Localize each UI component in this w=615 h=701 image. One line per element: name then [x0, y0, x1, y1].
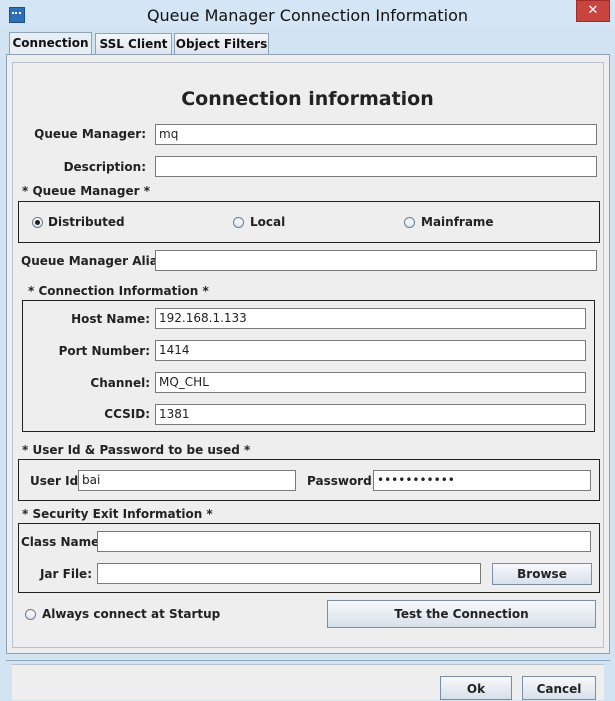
- credentials-group-title: * User Id & Password to be used *: [22, 443, 251, 457]
- local-label[interactable]: Local: [250, 215, 285, 229]
- user-id-input[interactable]: bai: [78, 470, 296, 491]
- local-radio[interactable]: [233, 217, 244, 228]
- port-number-input[interactable]: 1414: [155, 340, 586, 361]
- connection-group-title: * Connection Information *: [28, 284, 209, 298]
- host-name-label: Host Name:: [71, 312, 150, 326]
- mainframe-label[interactable]: Mainframe: [421, 215, 494, 229]
- channel-label: Channel:: [90, 376, 150, 390]
- alias-label: Queue Manager Alias:: [21, 254, 170, 268]
- password-label: Password:: [307, 474, 377, 488]
- host-name-input[interactable]: 192.168.1.133: [155, 308, 586, 329]
- always-connect-radio[interactable]: [25, 609, 36, 620]
- footer-separator: [6, 660, 610, 661]
- window-title: Queue Manager Connection Information: [146, 6, 469, 25]
- class-name-input[interactable]: [97, 531, 591, 552]
- jar-file-input[interactable]: [97, 563, 481, 584]
- password-input[interactable]: •••••••••••: [373, 470, 591, 491]
- always-connect-label[interactable]: Always connect at Startup: [42, 607, 220, 621]
- distributed-radio[interactable]: [32, 217, 43, 228]
- jar-file-label: Jar File:: [39, 567, 92, 581]
- ccsid-label: CCSID:: [104, 407, 150, 421]
- description-input[interactable]: [155, 156, 597, 177]
- ccsid-input[interactable]: 1381: [155, 404, 586, 425]
- class-name-label: Class Name:: [21, 535, 105, 549]
- test-connection-button[interactable]: Test the Connection: [327, 600, 596, 628]
- ok-button[interactable]: Ok: [440, 676, 512, 700]
- port-number-label: Port Number:: [58, 344, 150, 358]
- close-button[interactable]: ✕: [576, 0, 610, 22]
- security-group-title: * Security Exit Information *: [22, 507, 213, 521]
- queue-manager-input[interactable]: mq: [155, 124, 597, 145]
- mainframe-radio[interactable]: [404, 217, 415, 228]
- tab-ssl-client[interactable]: SSL Client: [95, 33, 172, 55]
- qm-type-group-title: * Queue Manager *: [22, 184, 150, 198]
- footer-panel: [12, 664, 604, 700]
- queue-manager-label: Queue Manager:: [34, 127, 146, 141]
- user-id-label: User Id:: [30, 474, 83, 488]
- description-label: Description:: [63, 160, 146, 174]
- tab-connection[interactable]: Connection: [9, 32, 92, 55]
- cancel-button[interactable]: Cancel: [522, 676, 596, 700]
- browse-button[interactable]: Browse: [492, 563, 592, 585]
- distributed-label[interactable]: Distributed: [48, 215, 125, 229]
- channel-input[interactable]: MQ_CHL: [155, 372, 586, 393]
- page-title: Connection information: [181, 88, 434, 110]
- tab-object-filters[interactable]: Object Filters: [174, 33, 269, 55]
- alias-input[interactable]: [155, 250, 597, 271]
